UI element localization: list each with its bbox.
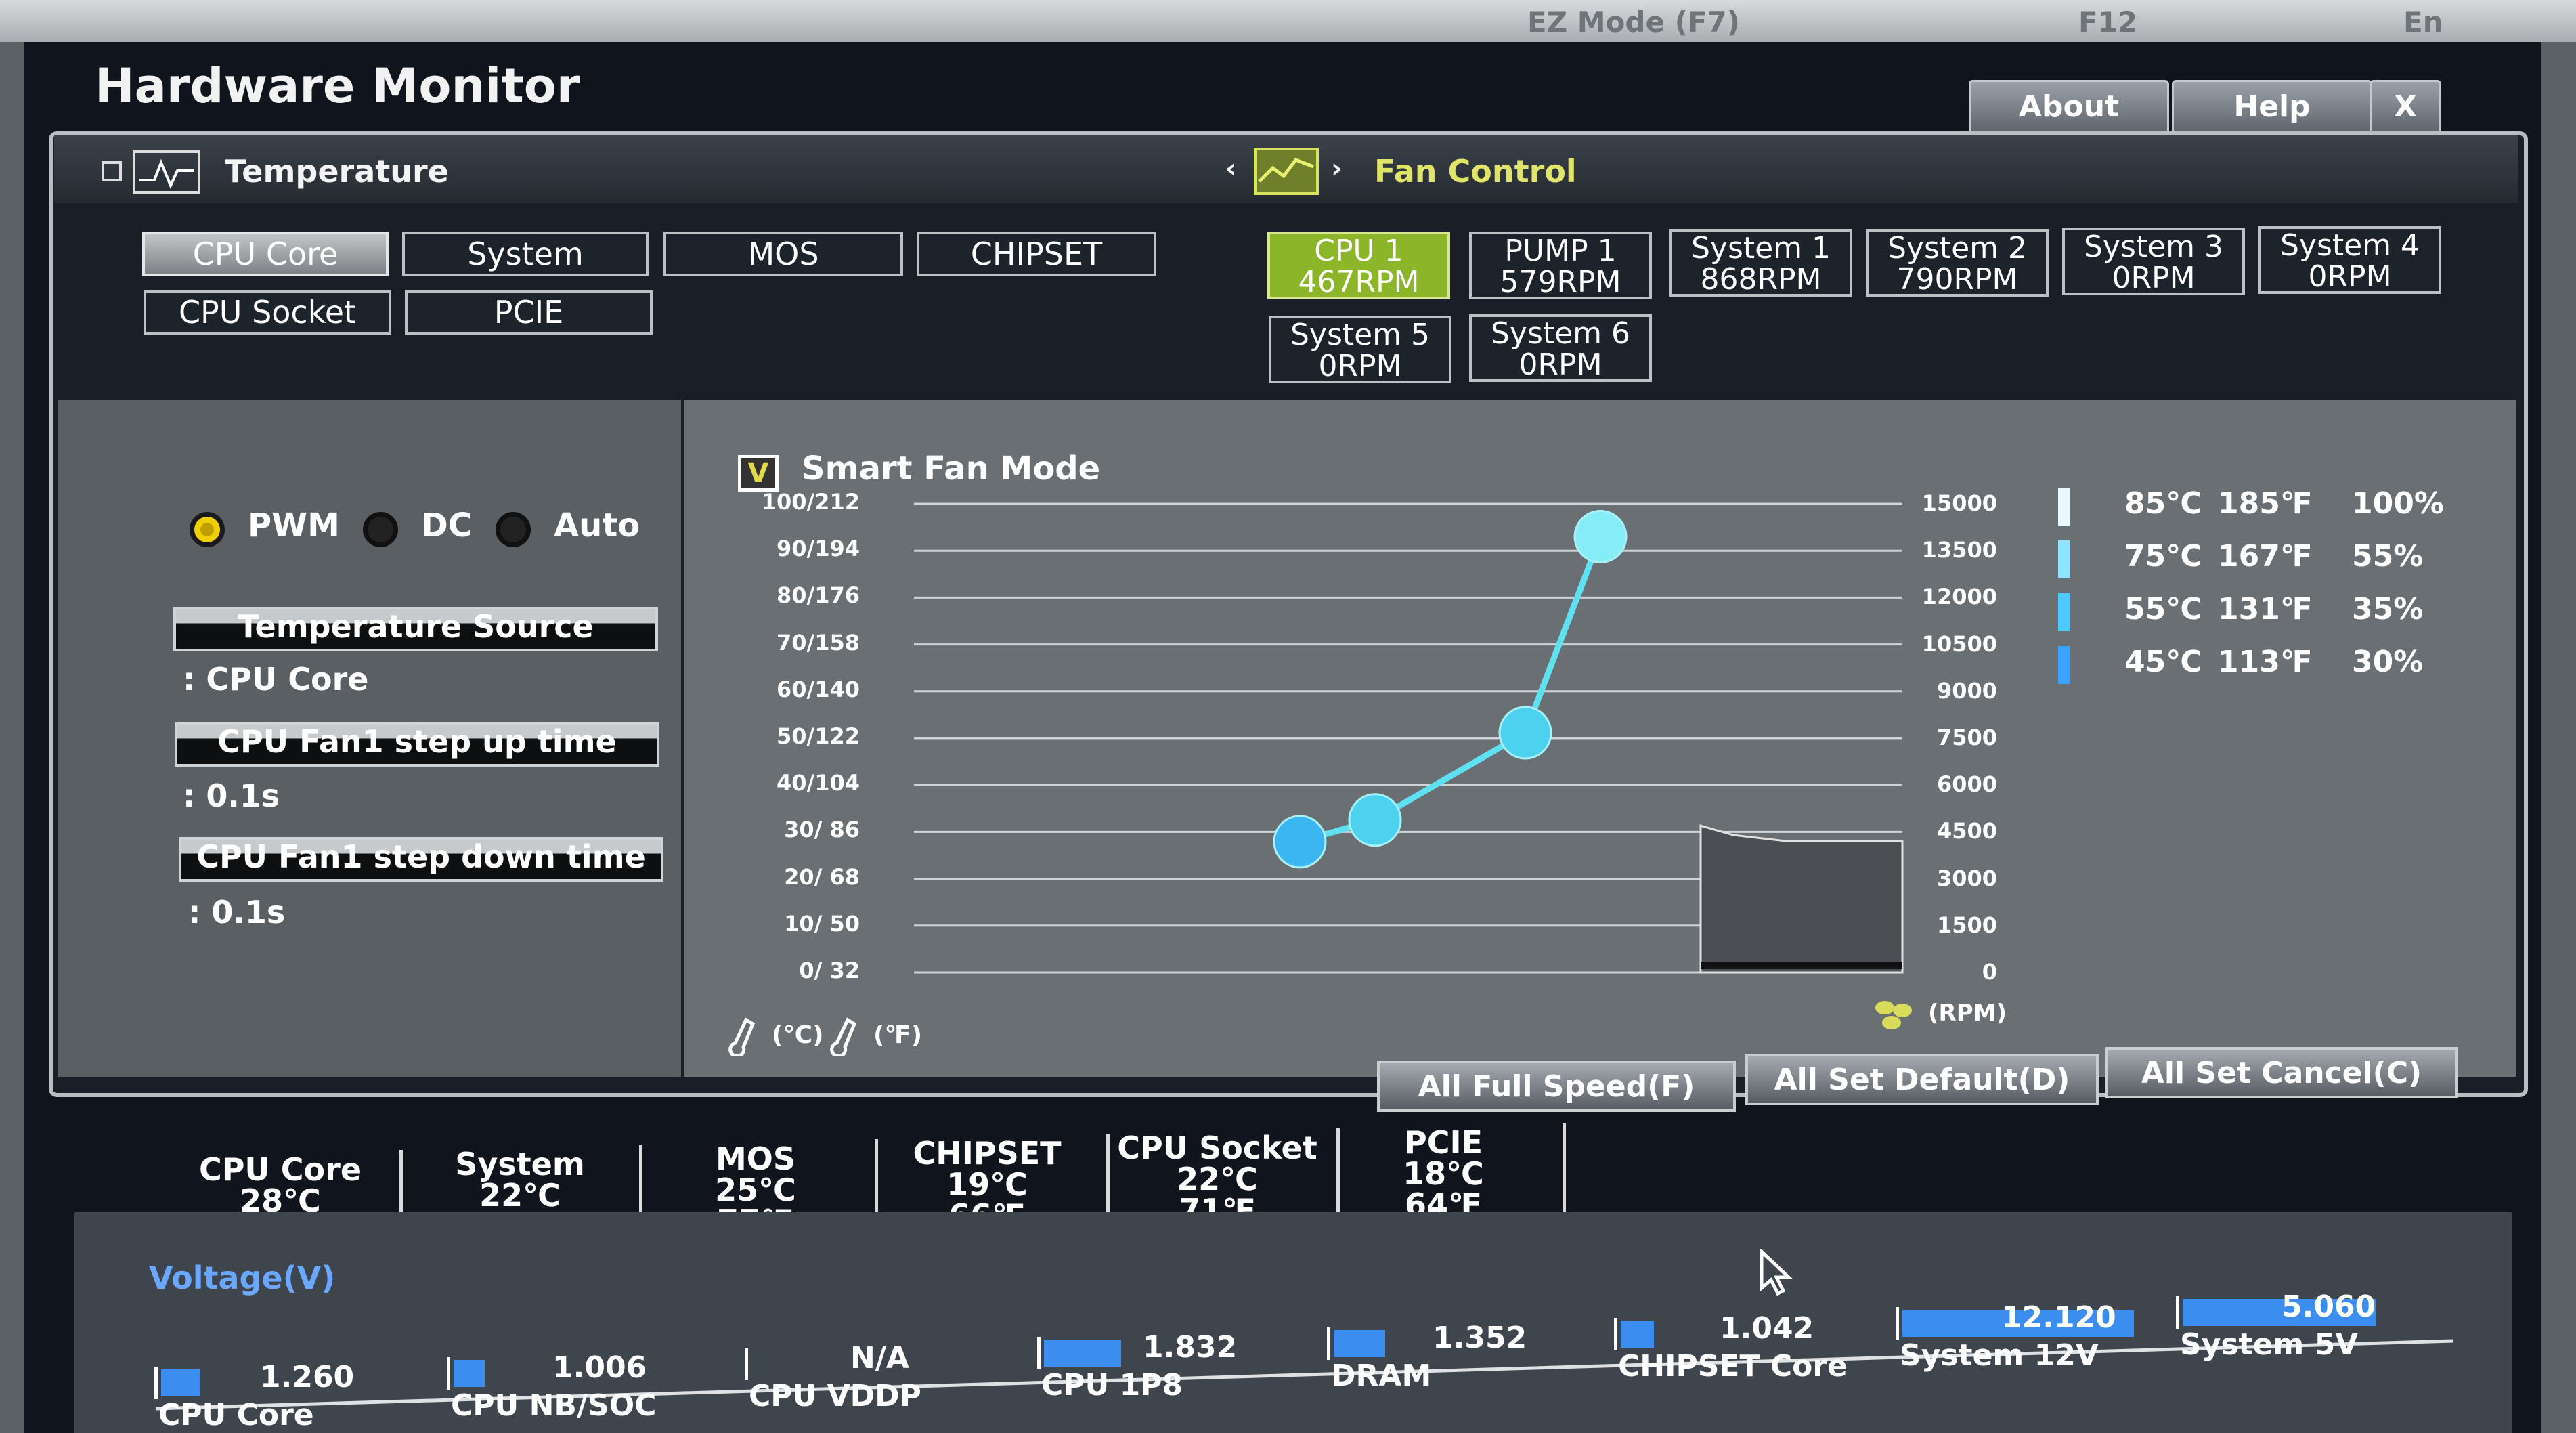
- voltage-name: CPU Core: [158, 1398, 314, 1432]
- voltage-value: 1.260: [260, 1360, 355, 1394]
- voltage-name: System 12V: [1900, 1338, 2099, 1373]
- legend-swatch: [2058, 540, 2070, 578]
- voltage-value: 1.352: [1433, 1321, 1527, 1355]
- summary-c: 22℃: [1177, 1161, 1258, 1197]
- voltage-name: CPU VDDP: [749, 1379, 921, 1413]
- summary-pcie: PCIE 18℃ 64℉: [1342, 1127, 1545, 1220]
- summary-c: 19℃: [946, 1166, 1028, 1203]
- voltage-name: CHIPSET Core: [1618, 1349, 1848, 1384]
- summary-name: CPU Core: [198, 1151, 362, 1188]
- legend-f: 185℉: [2218, 486, 2313, 521]
- curve-point[interactable]: [1573, 509, 1628, 563]
- curve-point[interactable]: [1498, 706, 1552, 760]
- legend-pct: 55%: [2352, 539, 2424, 574]
- unit-fahrenheit: (℉): [873, 1021, 923, 1049]
- summary-name: MOS: [715, 1140, 795, 1177]
- voltage-name: System 5V: [2180, 1327, 2359, 1362]
- voltage-name: CPU NB/SOC: [451, 1388, 657, 1423]
- legend-swatch: [2058, 593, 2070, 631]
- voltage-bar-fill: [454, 1360, 485, 1387]
- legend-f: 167℉: [2218, 539, 2313, 574]
- summary-name: PCIE: [1403, 1124, 1483, 1161]
- legend-c: 45℃: [2124, 645, 2202, 679]
- summary-name: System: [455, 1146, 585, 1182]
- legend-swatch: [2058, 488, 2070, 526]
- legend-c: 55℃: [2124, 592, 2202, 626]
- summary-c: 22℃: [479, 1177, 561, 1214]
- mouse-cursor-icon: [1760, 1249, 1793, 1296]
- legend-pct: 100%: [2352, 486, 2444, 521]
- voltage-value: 1.042: [1720, 1311, 1814, 1346]
- thermometer-c-icon: [728, 1017, 756, 1056]
- all-set-cancel-button[interactable]: All Set Cancel(C): [2105, 1047, 2458, 1098]
- voltage-value: N/A: [850, 1341, 909, 1375]
- legend-c: 75℃: [2124, 539, 2202, 574]
- fan-icon: [1875, 1001, 1912, 1029]
- voltage-bar-fill: [161, 1369, 200, 1396]
- voltage-bar-bracket: [745, 1348, 754, 1380]
- rpm-history-area: [1699, 824, 1904, 974]
- voltage-name: DRAM: [1331, 1359, 1432, 1393]
- summary-c: 18℃: [1403, 1155, 1484, 1192]
- voltage-bar-fill: [1621, 1321, 1654, 1348]
- voltage-bar-fill: [1044, 1340, 1121, 1367]
- legend-pct: 30%: [2352, 645, 2424, 679]
- legend-c: 85℃: [2124, 486, 2202, 521]
- all-set-default-button[interactable]: All Set Default(D): [1745, 1054, 2099, 1105]
- summary-name: CPU Socket: [1117, 1130, 1317, 1166]
- curve-point[interactable]: [1348, 793, 1402, 847]
- legend-f: 131℉: [2218, 592, 2313, 626]
- fan-curve-line: [1298, 535, 1604, 845]
- summary-name: CHIPSET: [913, 1135, 1062, 1172]
- summary-c: 25℃: [715, 1172, 796, 1208]
- voltage-value: 1.006: [552, 1350, 647, 1385]
- thermometer-f-icon: [830, 1017, 857, 1056]
- legend-f: 113℉: [2218, 645, 2313, 679]
- voltage-value: 1.832: [1143, 1330, 1238, 1365]
- unit-rpm: (RPM): [1928, 1000, 2007, 1027]
- all-full-speed-button[interactable]: All Full Speed(F): [1377, 1061, 1736, 1112]
- unit-celsius: (℃): [772, 1021, 824, 1049]
- curve-point[interactable]: [1273, 815, 1327, 869]
- voltage-name: CPU 1P8: [1041, 1368, 1183, 1403]
- voltage-bar-fill: [1334, 1330, 1385, 1357]
- legend-swatch: [2058, 646, 2070, 684]
- legend-pct: 35%: [2352, 592, 2424, 626]
- voltage-value: 12.120: [2001, 1300, 2116, 1335]
- voltage-value: 5.060: [2282, 1289, 2376, 1324]
